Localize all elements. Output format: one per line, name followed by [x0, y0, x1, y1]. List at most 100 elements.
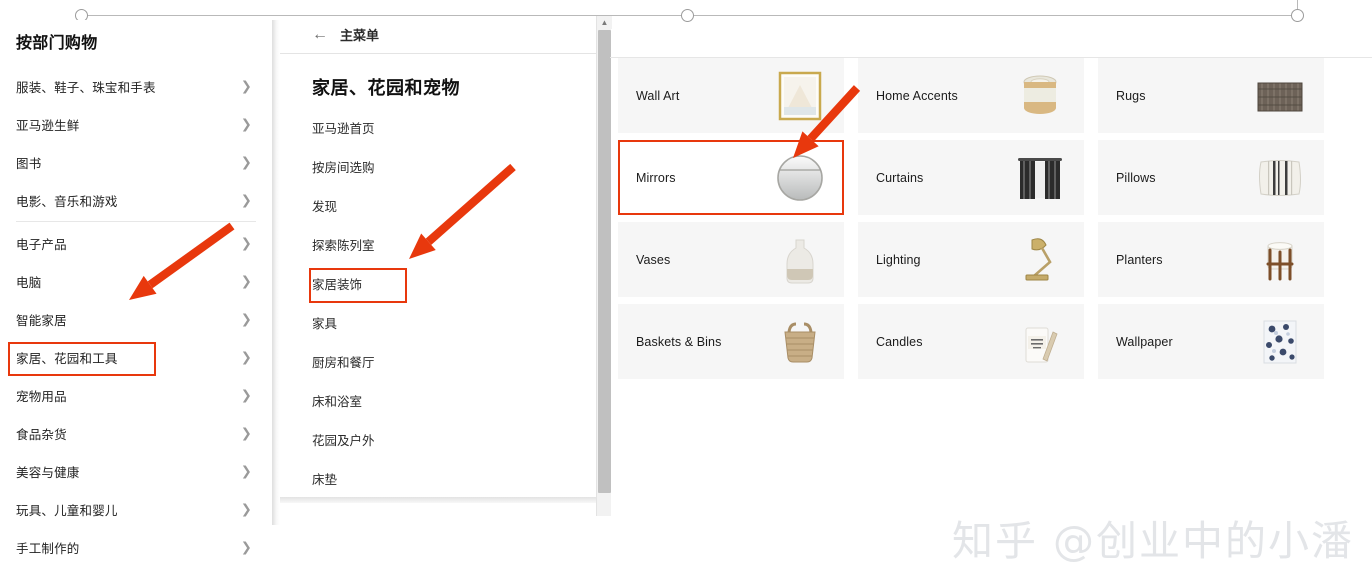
sidebar-item-0[interactable]: 服装、鞋子、珠宝和手表 ❯ — [16, 67, 256, 105]
chevron-right-icon: ❯ — [240, 349, 252, 365]
menu-item-2[interactable]: 发现 — [280, 186, 610, 225]
sidebar-item-label: 智能家居 — [16, 313, 67, 328]
sidebar-item-4[interactable]: 电子产品 ❯ — [16, 224, 256, 262]
category-card-label: Wall Art — [636, 88, 680, 103]
sidebar-item-label: 图书 — [16, 156, 42, 171]
menu-item-6[interactable]: 厨房和餐厅 — [280, 342, 610, 381]
category-card-wallpaper[interactable]: Wallpaper — [1098, 304, 1324, 379]
menu-item-label: 花园及户外 — [312, 434, 375, 448]
category-card-label: Home Accents — [876, 88, 958, 103]
desk-lamp-icon — [1012, 232, 1068, 288]
sidebar-item-11[interactable]: 玩具、儿童和婴儿 ❯ — [16, 490, 256, 528]
sidebar-item-label: 宠物用品 — [16, 389, 67, 404]
sidebar-item-5[interactable]: 电脑 ❯ — [16, 262, 256, 300]
category-card-label: Vases — [636, 252, 671, 267]
category-card-home-accents[interactable]: Home Accents — [858, 58, 1084, 133]
main-menu-back-row[interactable]: ← 主菜单 — [280, 16, 610, 54]
sidebar-item-10[interactable]: 美容与健康 ❯ — [16, 452, 256, 490]
home-decor-category-grid: Wall Art Home Accents Rugs Mirrors Curtains P… — [618, 58, 1338, 388]
category-card-label: Curtains — [876, 170, 924, 185]
chevron-right-icon: ❯ — [240, 539, 252, 555]
wallpaper-icon — [1252, 314, 1308, 370]
menu-item-label: 按房间选购 — [312, 161, 375, 175]
category-menu-panel: ← 主菜单 家居、花园和宠物 亚马逊首页按房间选购发现探索陈列室 家居装饰家具厨房… — [280, 16, 610, 497]
category-card-rugs[interactable]: Rugs — [1098, 58, 1324, 133]
category-card-pillows[interactable]: Pillows — [1098, 140, 1324, 215]
sidebar-item-label: 亚马逊生鲜 — [16, 118, 80, 133]
caret-up-icon[interactable]: ▲ — [597, 16, 612, 29]
category-card-curtains[interactable]: Curtains — [858, 140, 1084, 215]
watermark-text: 知乎 @创业中的小潘 — [951, 517, 1354, 565]
category-card-mirrors[interactable]: Mirrors — [618, 140, 844, 215]
category-card-vases[interactable]: Vases — [618, 222, 844, 297]
menu-item-label: 家具 — [312, 317, 338, 331]
main-menu-back-label: 主菜单 — [340, 28, 380, 43]
arrow-left-icon: ← — [312, 25, 328, 43]
category-card-baskets-bins[interactable]: Baskets & Bins — [618, 304, 844, 379]
shop-by-department-sidebar: 按部门购物 服装、鞋子、珠宝和手表 ❯ 亚马逊生鲜 ❯ 图书 ❯ 电影、音乐和游戏 ❯ 电子产品… — [0, 20, 272, 556]
menu-item-label: 发现 — [312, 200, 338, 214]
sidebar-item-12[interactable]: 手工制作的 ❯ — [16, 528, 256, 566]
menu-item-9[interactable]: 床垫 — [280, 459, 610, 498]
menu-item-7[interactable]: 床和浴室 — [280, 381, 610, 420]
planter-icon — [1252, 232, 1308, 288]
category-card-wall-art[interactable]: Wall Art — [618, 58, 844, 133]
sidebar-item-label: 服装、鞋子、珠宝和手表 — [16, 80, 156, 95]
category-card-label: Mirrors — [636, 170, 676, 185]
menu-item-3[interactable]: 探索陈列室 — [280, 225, 610, 264]
category-card-label: Wallpaper — [1116, 334, 1173, 349]
vase-icon — [772, 232, 828, 288]
menu-item-1[interactable]: 按房间选购 — [280, 147, 610, 186]
category-card-planters[interactable]: Planters — [1098, 222, 1324, 297]
menu-item-5[interactable]: 家具 — [280, 303, 610, 342]
sidebar-item-7[interactable]: 家居、花园和工具 ❯ — [8, 338, 256, 376]
sidebar-item-1[interactable]: 亚马逊生鲜 ❯ — [16, 105, 256, 143]
category-card-label: Rugs — [1116, 88, 1146, 103]
menu-item-label: 亚马逊首页 — [312, 122, 375, 136]
chevron-right-icon: ❯ — [240, 116, 252, 132]
sidebar-item-9[interactable]: 食品杂货 ❯ — [16, 414, 256, 452]
sidebar-item-label: 电子产品 — [16, 237, 67, 252]
sidebar-item-2[interactable]: 图书 ❯ — [16, 143, 256, 181]
chevron-right-icon: ❯ — [240, 273, 252, 289]
chevron-right-icon: ❯ — [240, 425, 252, 441]
round-mirror-icon — [772, 150, 828, 206]
pillow-icon — [1252, 150, 1308, 206]
menu-panel-bottom-edge — [280, 497, 610, 503]
basket-icon — [772, 314, 828, 370]
menu-panel-scrollbar[interactable]: ▲ — [596, 16, 612, 516]
chevron-right-icon: ❯ — [240, 154, 252, 170]
menu-item-4[interactable]: 家居装饰 — [280, 264, 610, 303]
category-card-candles[interactable]: Candles — [858, 304, 1084, 379]
sidebar-item-label: 家居、花园和工具 — [16, 351, 118, 366]
menu-item-8[interactable]: 花园及户外 — [280, 420, 610, 459]
menu-item-label: 床和浴室 — [312, 395, 363, 409]
chevron-right-icon: ❯ — [240, 387, 252, 403]
chevron-right-icon: ❯ — [240, 501, 252, 517]
sidebar-item-3[interactable]: 电影、音乐和游戏 ❯ — [16, 181, 256, 219]
menu-item-0[interactable]: 亚马逊首页 — [280, 108, 610, 147]
category-card-lighting[interactable]: Lighting — [858, 222, 1084, 297]
sidebar-item-8[interactable]: 宠物用品 ❯ — [16, 376, 256, 414]
category-card-label: Baskets & Bins — [636, 334, 722, 349]
sidebar-item-label: 电脑 — [16, 275, 42, 290]
category-panel-title: 家居、花园和宠物 — [312, 78, 460, 98]
sidebar-item-label: 食品杂货 — [16, 427, 67, 442]
category-card-label: Candles — [876, 334, 923, 349]
sidebar-item-label: 手工制作的 — [16, 541, 80, 556]
sidebar-item-label: 美容与健康 — [16, 465, 80, 480]
category-card-label: Pillows — [1116, 170, 1156, 185]
chevron-right-icon: ❯ — [240, 235, 252, 251]
category-card-label: Lighting — [876, 252, 921, 267]
menu-item-label: 床垫 — [312, 473, 338, 487]
chevron-right-icon: ❯ — [240, 311, 252, 327]
scrollbar-thumb[interactable] — [598, 30, 611, 493]
sidebar-item-label: 电影、音乐和游戏 — [16, 194, 118, 209]
selection-handle-right[interactable] — [1291, 9, 1304, 22]
sidebar-item-6[interactable]: 智能家居 ❯ — [16, 300, 256, 338]
candle-icon — [1012, 314, 1068, 370]
chevron-right-icon: ❯ — [240, 463, 252, 479]
sidebar-item-label: 玩具、儿童和婴儿 — [16, 503, 118, 518]
selection-handle-middle[interactable] — [681, 9, 694, 22]
sidebar-right-edge — [272, 20, 280, 525]
